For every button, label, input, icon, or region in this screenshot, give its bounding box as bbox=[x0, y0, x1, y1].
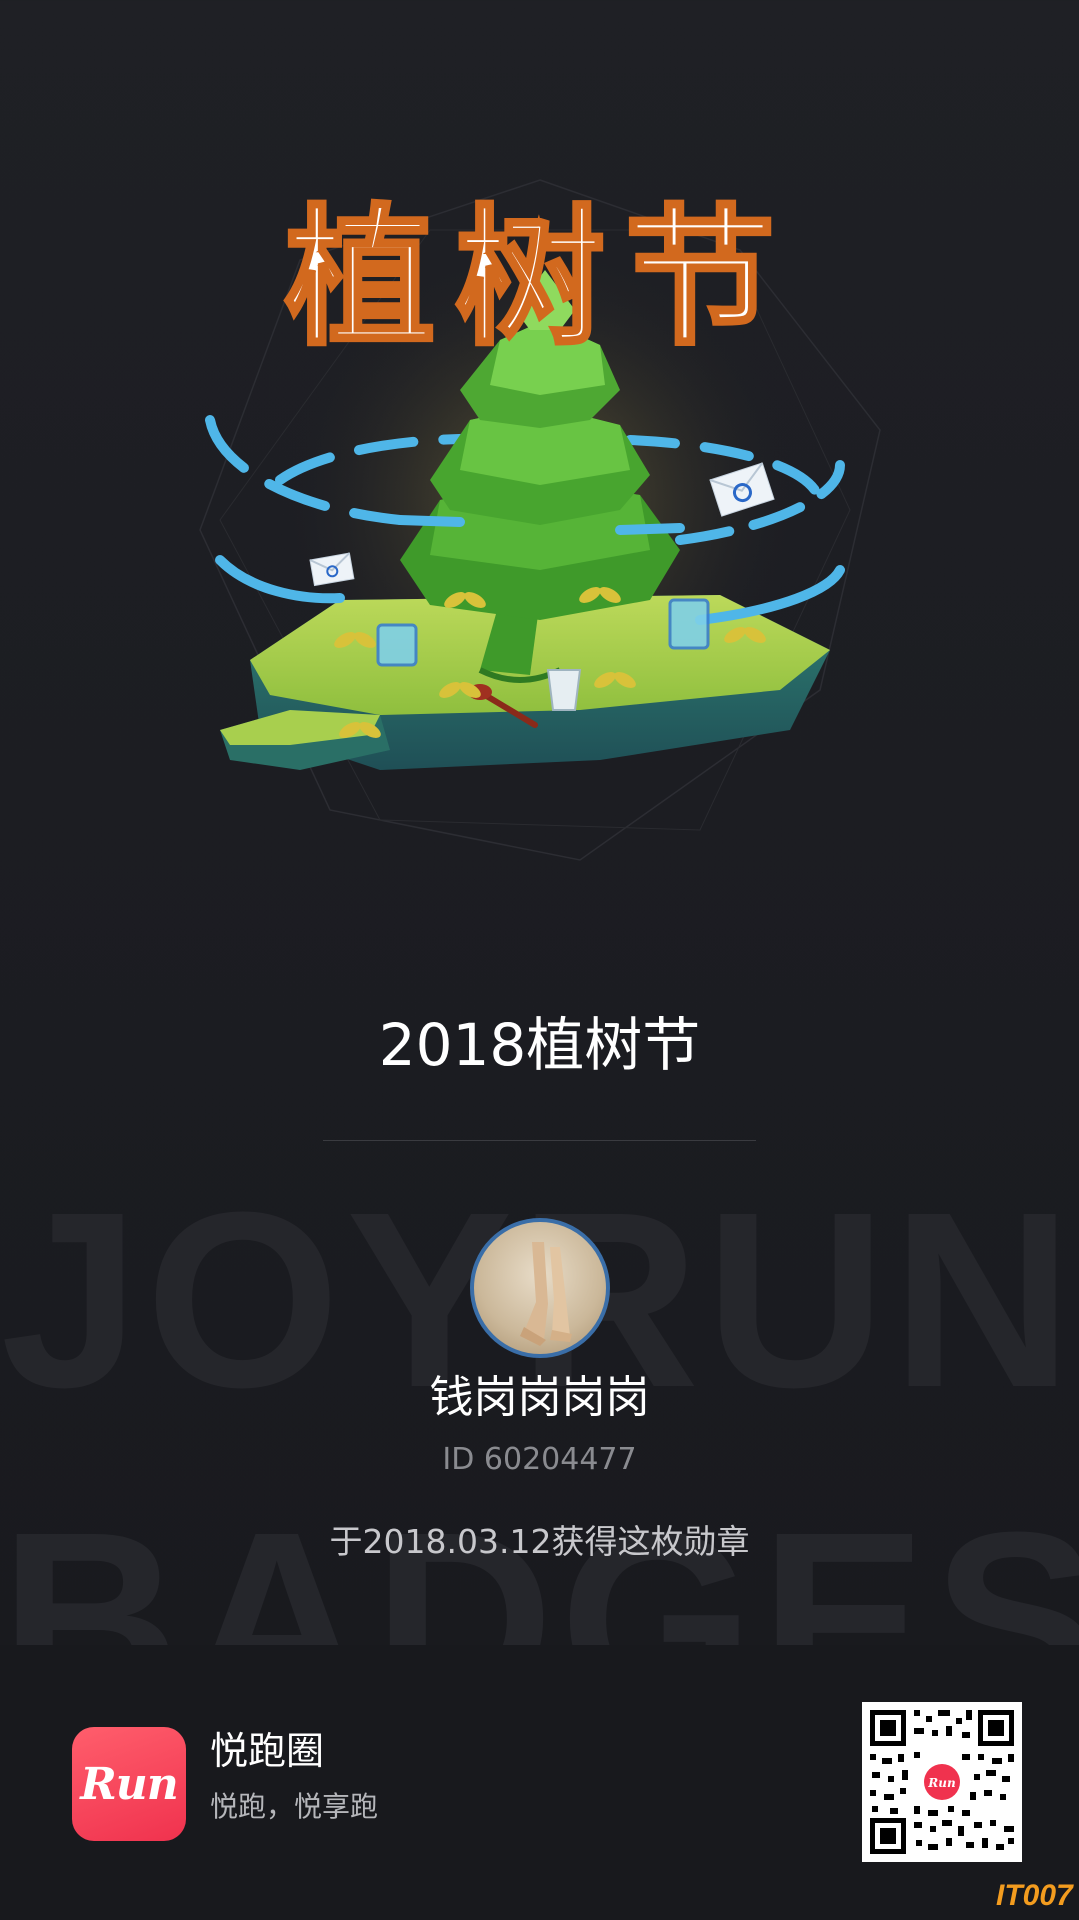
app-name: 悦跑圈 bbox=[210, 1729, 325, 1773]
user-name: 钱岗岗岗岗 bbox=[429, 1372, 650, 1423]
qr-code-image: Run bbox=[870, 1710, 1014, 1854]
site-watermark: IT007 bbox=[996, 1879, 1073, 1912]
app-logo-text: Run bbox=[80, 1758, 179, 1810]
badge-art-title: 植树节 bbox=[285, 192, 795, 366]
divider bbox=[323, 1140, 756, 1141]
badge-title: 2018植树节 bbox=[378, 1011, 701, 1079]
badge-image: 植树节 bbox=[180, 170, 900, 870]
qr-code[interactable]: Run bbox=[862, 1702, 1022, 1862]
app-logo: Run bbox=[72, 1727, 186, 1841]
avatar-image bbox=[520, 1242, 572, 1346]
qr-center-logo-text: Run bbox=[927, 1776, 955, 1790]
earned-date-text: 于2018.03.12获得这枚勋章 bbox=[329, 1522, 750, 1561]
avatar[interactable] bbox=[470, 1218, 610, 1358]
user-id: ID 60204477 bbox=[442, 1442, 637, 1477]
app-slogan: 悦跑，悦享跑 bbox=[210, 1790, 379, 1823]
